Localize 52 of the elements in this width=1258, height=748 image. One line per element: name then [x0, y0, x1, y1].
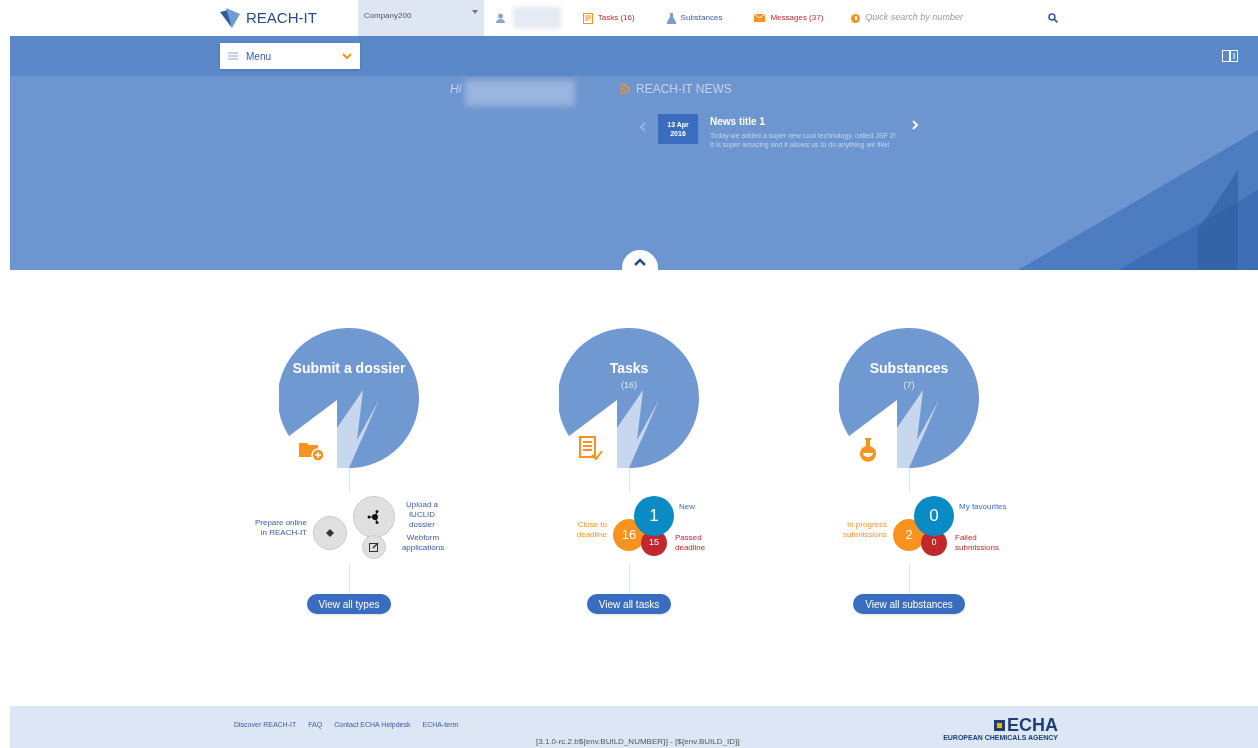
- dropdown-icon: [471, 10, 478, 14]
- chevron-up-icon: [634, 258, 646, 266]
- envelope-icon: [754, 14, 766, 22]
- count-bubble[interactable]: 0: [914, 496, 954, 536]
- view-all-button[interactable]: View all tasks: [586, 594, 672, 614]
- network-icon: [367, 510, 381, 524]
- option-link[interactable]: Webform applications: [395, 533, 451, 553]
- option-bubble[interactable]: [313, 516, 347, 550]
- stat-label[interactable]: Failed submissions: [955, 533, 1003, 553]
- book-icon[interactable]: [1222, 50, 1238, 62]
- logo-text: ECHA: [1007, 716, 1058, 734]
- option-bubble[interactable]: [362, 535, 386, 559]
- menu-icon: [228, 52, 238, 60]
- card-title: Substances: [869, 359, 949, 378]
- company-select[interactable]: Company200: [357, 0, 484, 36]
- menu-button[interactable]: Menu: [220, 43, 360, 69]
- search-icon[interactable]: [1048, 13, 1058, 23]
- blurred-username: [512, 7, 561, 29]
- checklist-icon: [579, 436, 603, 462]
- chevron-right-icon[interactable]: [912, 120, 919, 130]
- echa-logo-icon: [994, 719, 1005, 731]
- search-field[interactable]: Quick search by number: [865, 11, 1016, 25]
- stat-label[interactable]: Passed deadline: [675, 533, 723, 553]
- view-all-button[interactable]: View all types: [306, 594, 392, 614]
- nav-link[interactable]: Tasks (16): [582, 12, 635, 24]
- card-title: Submit a dossier: [292, 359, 406, 378]
- flask-icon: [666, 12, 676, 24]
- logo-icon: [220, 8, 242, 28]
- option-link[interactable]: Prepare online in REACH-IT: [247, 518, 307, 538]
- clipboard-icon: [582, 12, 593, 24]
- stat-label[interactable]: My favourites: [959, 502, 1019, 512]
- news-title: News title 1: [710, 115, 767, 129]
- card-count: (7): [903, 379, 915, 392]
- chevron-down-icon: [342, 52, 352, 60]
- rss-icon: [620, 84, 630, 94]
- card-count: (16): [621, 379, 637, 392]
- nav-link[interactable]: Messages (37): [754, 12, 824, 24]
- nav-link[interactable]: Substances: [666, 12, 723, 24]
- news-heading: REACH-IT NEWS: [636, 81, 732, 98]
- greeting: Hi: [450, 81, 462, 98]
- flask-icon: [859, 438, 877, 462]
- folder-plus-icon: [299, 440, 325, 462]
- help-icon: [851, 13, 861, 23]
- card-title: Tasks: [609, 359, 649, 378]
- logo-text: REACH-IT: [246, 7, 317, 28]
- edit-icon: [369, 542, 379, 552]
- stat-label[interactable]: New: [679, 502, 739, 512]
- user-icon: [495, 13, 505, 23]
- version-text: [3.1.0-rc.2.b${env.BUILD_NUMBER}] - [${env.BUILD_ID}]: [536, 737, 740, 747]
- option-link[interactable]: Upload a IUCLID dossier: [397, 500, 447, 530]
- view-all-button[interactable]: View all substances: [853, 594, 965, 614]
- option-bubble[interactable]: [353, 496, 395, 538]
